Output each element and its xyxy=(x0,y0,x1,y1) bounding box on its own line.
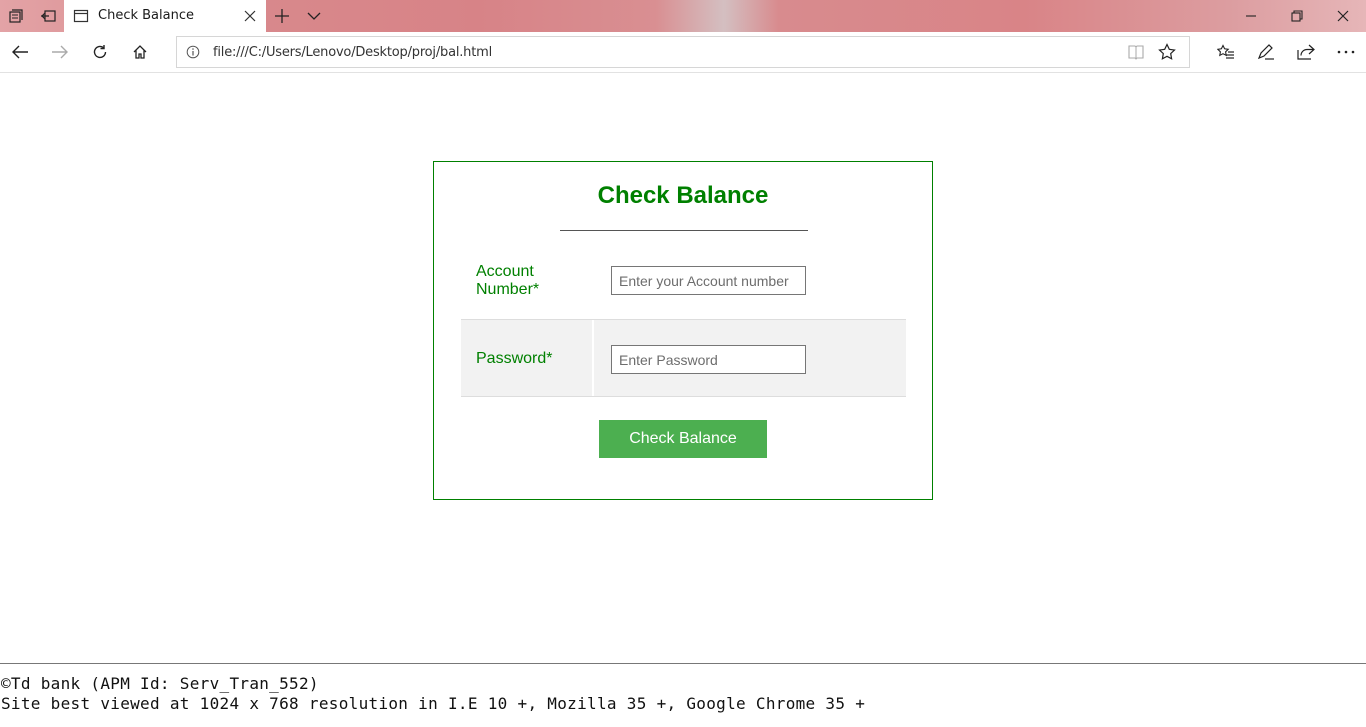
reading-view-icon[interactable] xyxy=(1127,44,1145,65)
more-icon[interactable] xyxy=(1328,36,1364,68)
navigation-bar: file:///C:/Users/Lenovo/Desktop/proj/bal… xyxy=(0,32,1366,73)
password-row: Password* xyxy=(461,319,906,397)
account-number-label-cell: Account Number* xyxy=(461,241,594,319)
check-balance-button[interactable]: Check Balance xyxy=(599,420,767,458)
set-aside-tabs-icon[interactable] xyxy=(32,0,64,32)
tab-manager-icon[interactable] xyxy=(0,0,32,32)
account-number-row: Account Number* xyxy=(461,241,906,319)
share-icon[interactable] xyxy=(1288,36,1324,68)
password-input[interactable] xyxy=(611,345,806,374)
back-icon[interactable] xyxy=(2,36,38,68)
url-text: file:///C:/Users/Lenovo/Desktop/proj/bal… xyxy=(213,45,492,60)
password-label: Password* xyxy=(476,350,553,367)
footer-divider xyxy=(0,663,1366,664)
address-bar[interactable]: file:///C:/Users/Lenovo/Desktop/proj/bal… xyxy=(176,36,1190,68)
info-icon[interactable] xyxy=(186,45,200,64)
window-close-icon[interactable] xyxy=(1320,0,1366,32)
tab-list-chevron-icon[interactable] xyxy=(298,0,330,32)
title-divider xyxy=(560,230,808,231)
footer-compat-note: Site best viewed at 1024 x 768 resolutio… xyxy=(1,694,866,713)
pen-icon[interactable] xyxy=(1248,36,1284,68)
check-balance-panel: Check Balance Account Number* Password* … xyxy=(433,161,933,500)
footer-copyright: ©Td bank (APM Id: Serv_Tran_552) xyxy=(1,674,319,693)
minimize-icon[interactable] xyxy=(1228,0,1274,32)
account-number-label: Account Number* xyxy=(476,263,540,298)
page-title: Check Balance xyxy=(597,182,769,209)
restore-icon[interactable] xyxy=(1274,0,1320,32)
password-label-cell: Password* xyxy=(461,320,594,396)
favorites-hub-icon[interactable] xyxy=(1208,36,1244,68)
tab-title: Check Balance xyxy=(98,8,194,23)
close-icon[interactable] xyxy=(240,6,260,26)
forward-icon[interactable] xyxy=(42,36,78,68)
new-tab-icon[interactable] xyxy=(266,0,298,32)
tab-check-balance[interactable]: Check Balance xyxy=(64,0,266,32)
title-bar: Check Balance xyxy=(0,0,1366,32)
page-icon xyxy=(73,8,89,29)
favorite-star-icon[interactable] xyxy=(1158,43,1176,66)
refresh-icon[interactable] xyxy=(82,36,118,68)
home-icon[interactable] xyxy=(122,36,158,68)
account-number-input[interactable] xyxy=(611,266,806,295)
